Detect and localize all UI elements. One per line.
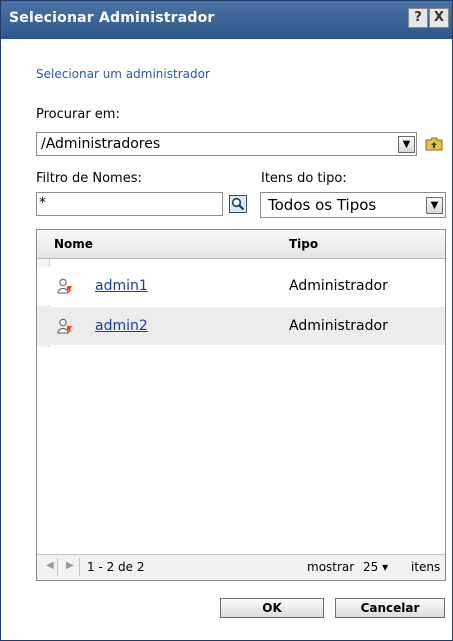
caret-down-icon: ▾ [382, 560, 389, 574]
table-row[interactable]: admin2 Administrador [37, 307, 445, 345]
column-header-type[interactable]: Tipo [289, 237, 318, 251]
title-bar: Selecionar Administrador ? X [1, 1, 452, 39]
browse-path-value: /Administradores [41, 136, 161, 152]
table-footer: ◀ ▶ 1 - 2 de 2 mostrar 25 ▾ itens [37, 554, 445, 580]
page-range: 1 - 2 de 2 [87, 560, 145, 574]
browse-label: Procurar em: [36, 107, 120, 122]
type-filter-label: Itens do tipo: [261, 171, 347, 186]
browse-dropdown-button[interactable]: ▼ [398, 136, 415, 153]
help-button[interactable]: ? [408, 8, 428, 28]
dialog-subtitle: Selecionar um administrador [36, 67, 210, 81]
folder-up-icon[interactable] [425, 137, 443, 151]
table-row[interactable]: admin1 Administrador [37, 267, 445, 305]
dialog-window: Selecionar Administrador ? X Selecionar … [0, 0, 453, 641]
type-dropdown-button[interactable]: ▼ [426, 197, 443, 214]
admin-user-icon [57, 278, 72, 294]
dialog-title: Selecionar Administrador [9, 10, 215, 26]
pager-divider [57, 558, 58, 576]
admin-type: Administrador [289, 278, 388, 294]
close-button[interactable]: X [429, 8, 449, 28]
pager-divider [79, 558, 80, 576]
chevron-down-icon: ▼ [402, 139, 411, 150]
name-filter-input[interactable]: * [36, 192, 223, 216]
magnifier-icon [231, 197, 245, 211]
admin-type: Administrador [289, 318, 388, 334]
cancel-button[interactable]: Cancelar [335, 598, 445, 618]
page-size-value: 25 [363, 560, 379, 574]
table-header: Nome Tipo [37, 230, 445, 259]
ok-button[interactable]: OK [220, 598, 324, 618]
chevron-down-icon: ▼ [430, 200, 439, 211]
prev-page-icon[interactable]: ◀ [46, 560, 54, 571]
next-page-icon[interactable]: ▶ [66, 560, 74, 571]
browse-path-field[interactable]: /Administradores [36, 132, 417, 156]
type-filter-select[interactable]: Todos os Tipos [260, 192, 446, 218]
results-table: Nome Tipo admin1 Administrador admin2 Ad… [36, 229, 446, 581]
column-header-name[interactable]: Nome [54, 237, 93, 251]
name-filter-value: * [39, 195, 46, 211]
name-filter-label: Filtro de Nomes: [36, 171, 142, 186]
admin-user-icon [57, 318, 72, 334]
admin-link[interactable]: admin2 [95, 318, 148, 334]
page-size-label: mostrar [307, 560, 355, 574]
search-button[interactable] [229, 195, 247, 213]
items-label: itens [411, 560, 441, 574]
page-size-selector[interactable]: 25 ▾ [363, 560, 388, 574]
admin-link[interactable]: admin1 [95, 278, 148, 294]
type-filter-selected: Todos os Tipos [268, 196, 377, 214]
